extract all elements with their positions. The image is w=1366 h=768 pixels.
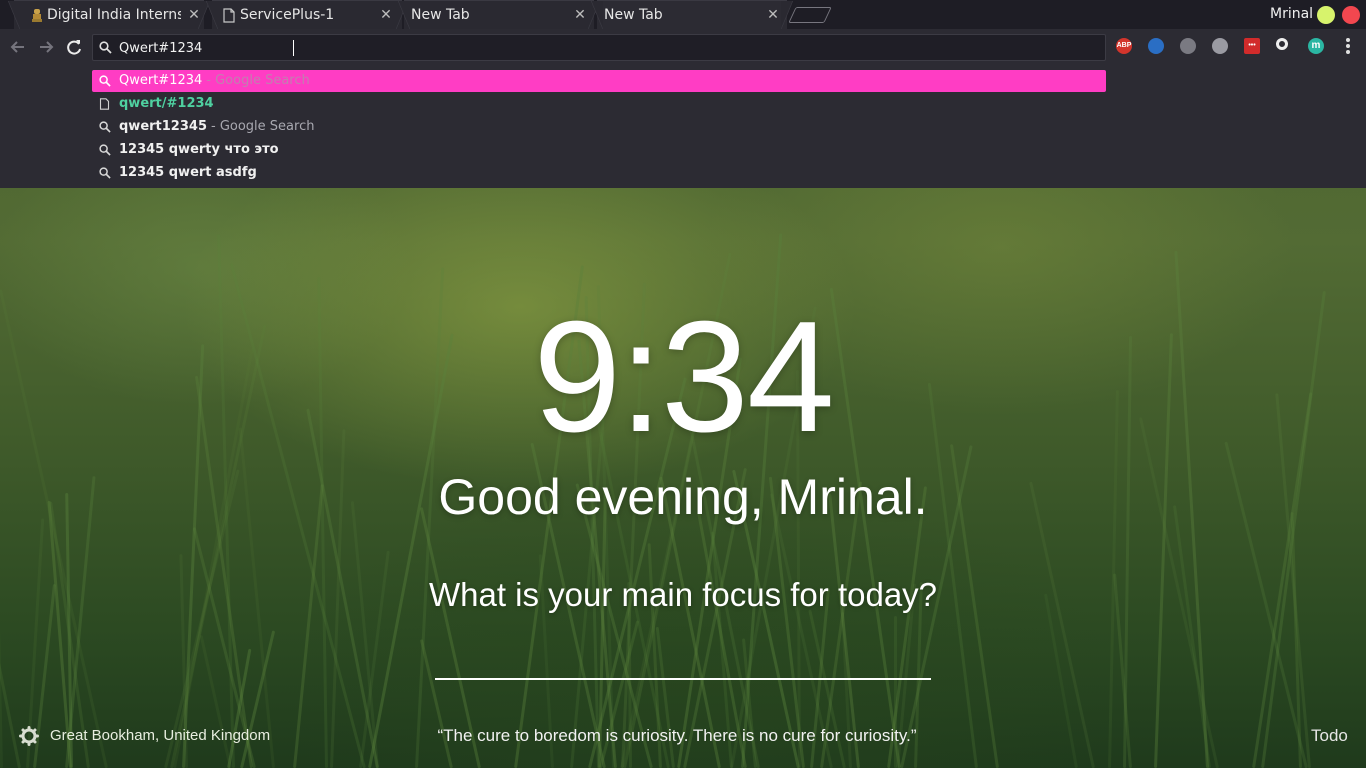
reload-icon — [67, 40, 81, 55]
arrow-left-icon — [10, 41, 24, 53]
tab-title: ServicePlus-1 — [240, 7, 335, 23]
text-caret — [293, 40, 294, 56]
tab-title: Digital India Interns — [47, 7, 181, 23]
extension-chicken-icon[interactable] — [1276, 38, 1288, 50]
suggestion-suffix: - Google Search — [206, 73, 310, 88]
emblem-icon — [32, 9, 42, 22]
extension-hat-icon[interactable] — [1180, 38, 1196, 54]
search-icon — [99, 144, 111, 156]
toolbar: ABP ••• m — [0, 29, 1366, 67]
search-icon — [99, 41, 112, 54]
page-icon — [99, 98, 110, 110]
minimize-button[interactable] — [1317, 6, 1335, 24]
close-window-button[interactable] — [1342, 6, 1360, 24]
focus-question: What is your main focus for today? — [428, 576, 938, 613]
suggestion-text: 12345 qwert asdfg — [119, 165, 257, 180]
suggestion-query: qwert12345 — [119, 119, 207, 134]
close-icon[interactable]: ✕ — [572, 6, 588, 24]
omnibox-suggestions: Qwert#1234- Google Search qwert/#1234 qw… — [0, 67, 1366, 188]
arrow-right-icon — [40, 41, 54, 53]
browser-menu-button[interactable] — [1340, 37, 1356, 57]
greeting: Good evening, Mrinal. — [438, 469, 928, 525]
extension-layers-icon[interactable] — [1212, 38, 1228, 54]
menu-dot — [1346, 38, 1350, 42]
suggestion-item[interactable]: 12345 qwerty что это — [92, 139, 1106, 161]
close-icon[interactable]: ✕ — [378, 6, 394, 24]
tab-strip: Digital India Interns ✕ ServicePlus-1 ✕ … — [0, 0, 1366, 30]
menu-dot — [1346, 44, 1350, 48]
tab-title: New Tab — [604, 7, 663, 23]
tab-digital-india[interactable]: Digital India Interns ✕ — [8, 0, 210, 30]
tab-serviceplus[interactable]: ServicePlus-1 ✕ — [206, 0, 408, 30]
forward-button[interactable] — [36, 38, 56, 58]
search-icon — [99, 167, 111, 179]
suggestion-text: qwert12345 - Google Search — [119, 119, 314, 134]
new-tab-button[interactable] — [788, 7, 832, 23]
close-icon[interactable]: ✕ — [765, 6, 781, 24]
focus-input[interactable] — [435, 640, 931, 680]
suggestion-query: Qwert#1234 — [119, 73, 203, 88]
tab-new-tab-1[interactable]: New Tab ✕ — [398, 0, 600, 30]
adblock-plus-icon[interactable]: ABP — [1116, 38, 1132, 54]
clock: 9:34 — [533, 289, 835, 465]
address-input[interactable] — [119, 38, 1089, 58]
suggestion-suffix: - Google Search — [211, 119, 315, 134]
extension-blue-icon[interactable] — [1148, 38, 1164, 54]
search-icon — [99, 75, 111, 87]
lastpass-icon[interactable]: ••• — [1244, 38, 1260, 54]
tab-new-tab-2[interactable]: New Tab ✕ — [591, 0, 793, 30]
tab-title: New Tab — [411, 7, 470, 23]
address-bar[interactable] — [92, 34, 1106, 61]
back-button[interactable] — [8, 38, 28, 58]
profile-name[interactable]: Mrinal — [1270, 6, 1313, 22]
suggestion-item[interactable]: qwert12345 - Google Search — [92, 116, 1106, 138]
suggestion-item[interactable]: 12345 qwert asdfg — [92, 162, 1106, 184]
close-icon[interactable]: ✕ — [186, 6, 202, 24]
search-icon — [99, 121, 111, 133]
momentum-icon[interactable]: m — [1308, 38, 1324, 54]
menu-dot — [1346, 50, 1350, 54]
suggestion-text: Qwert#1234- Google Search — [119, 73, 310, 88]
quote: “The cure to boredom is curiosity. There… — [437, 726, 917, 745]
suggestion-item[interactable]: Qwert#1234- Google Search — [92, 70, 1106, 92]
todo-button[interactable]: Todo — [1311, 726, 1348, 746]
suggestion-item[interactable]: qwert/#1234 — [92, 93, 1106, 115]
page-icon — [223, 8, 235, 23]
suggestion-url: qwert/#1234 — [119, 96, 214, 111]
reload-button[interactable] — [64, 38, 84, 58]
suggestion-text: 12345 qwerty что это — [119, 142, 279, 157]
